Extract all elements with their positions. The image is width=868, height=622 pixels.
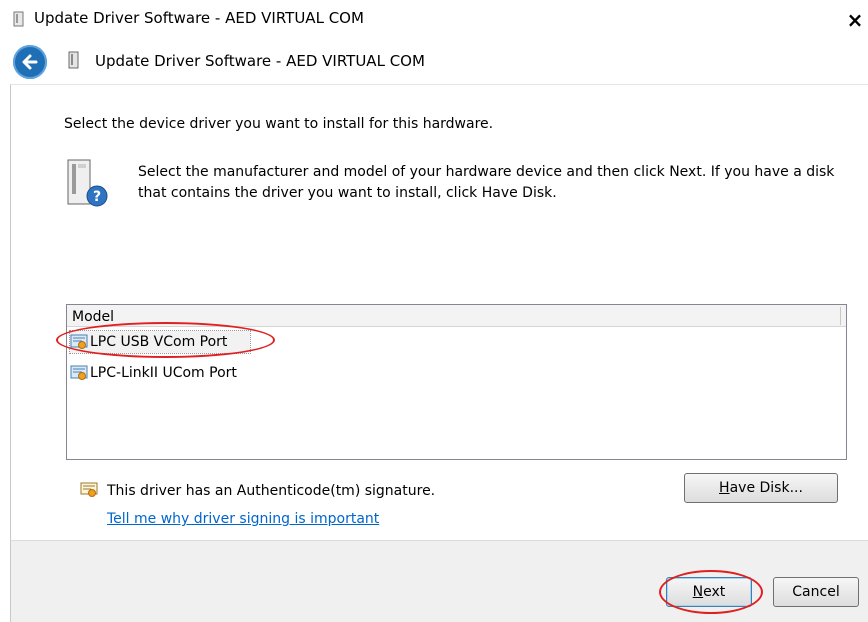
model-column-header[interactable]: Model <box>72 309 114 325</box>
model-item-lpc-link2-ucom[interactable]: LPC-LinkII UCom Port <box>70 362 237 384</box>
svg-text:?: ? <box>93 189 101 205</box>
cancel-button[interactable]: Cancel <box>773 577 859 607</box>
highlight-ellipse-next <box>659 570 763 614</box>
back-button[interactable] <box>13 45 47 79</box>
signature-text: This driver has an Authenticode(tm) sign… <box>107 483 436 499</box>
device-icon <box>68 51 80 73</box>
driver-signing-link[interactable]: Tell me why driver signing is important <box>107 511 379 527</box>
window-title: Update Driver Software - AED VIRTUAL COM <box>34 9 364 27</box>
wizard-title: Update Driver Software - AED VIRTUAL COM <box>95 52 425 70</box>
have-disk-button[interactable]: Have Disk... <box>684 473 838 503</box>
close-button[interactable]: × <box>846 9 864 31</box>
highlight-ellipse-model <box>56 322 275 358</box>
have-disk-label: ave Disk... <box>729 480 803 496</box>
certified-driver-icon <box>70 365 88 381</box>
model-item-label: LPC-LinkII UCom Port <box>90 365 237 381</box>
signature-certificate-icon <box>80 481 98 503</box>
column-separator <box>840 307 841 325</box>
have-disk-mnemonic: H <box>719 480 730 496</box>
instruction-text: Select the device driver you want to ins… <box>64 116 494 132</box>
hardware-help-icon: ? <box>64 158 112 214</box>
description-text: Select the manufacturer and model of you… <box>138 164 835 201</box>
back-arrow-icon <box>22 54 38 70</box>
window-app-icon <box>12 11 26 31</box>
